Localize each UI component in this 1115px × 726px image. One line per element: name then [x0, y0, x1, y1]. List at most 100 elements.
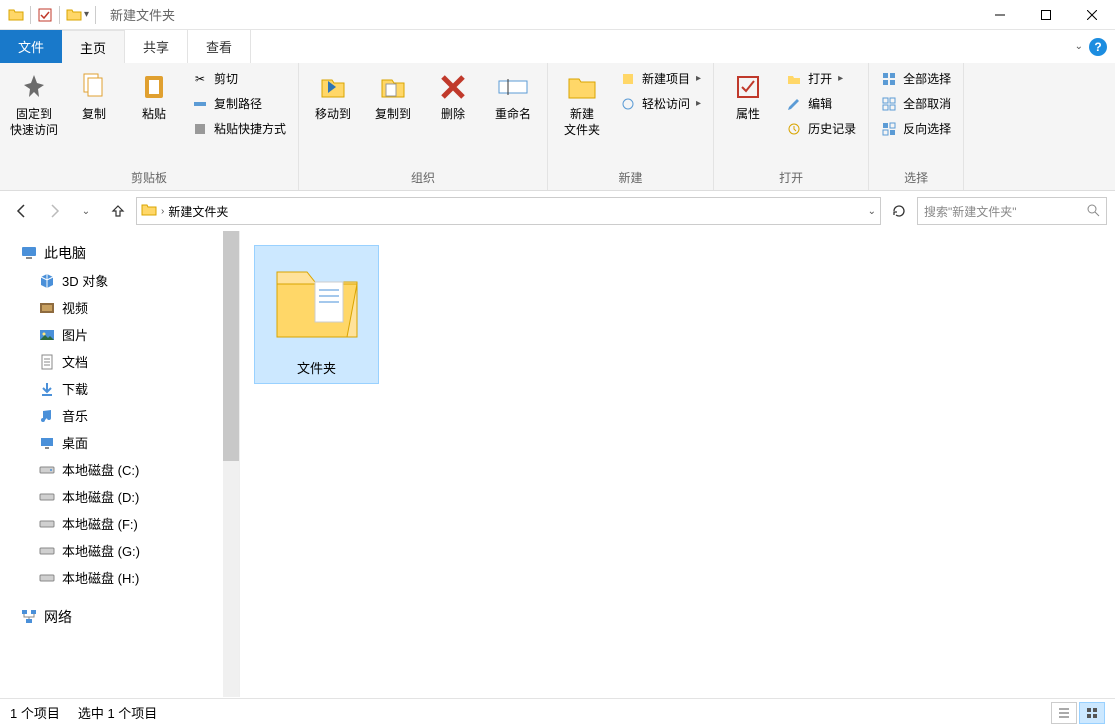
view-icons-button[interactable]: [1079, 702, 1105, 724]
music-icon: [38, 407, 56, 425]
copy-to-button[interactable]: 复制到: [365, 67, 421, 127]
address-row: ⌄ › 新建文件夹 ⌄ 搜索"新建文件夹": [0, 191, 1115, 231]
nav-music[interactable]: 音乐: [0, 402, 239, 429]
scissors-icon: ✂: [192, 71, 208, 87]
edit-icon: [786, 96, 802, 112]
nav-videos[interactable]: 视频: [0, 294, 239, 321]
desktop-icon: [38, 434, 56, 452]
search-box[interactable]: 搜索"新建文件夹": [917, 197, 1107, 225]
rename-icon: [497, 71, 529, 103]
nav-up-button[interactable]: [104, 197, 132, 225]
folder-item[interactable]: 文件夹: [254, 245, 379, 384]
nav-this-pc[interactable]: 此电脑: [0, 239, 239, 267]
copy-button[interactable]: 复制: [66, 67, 122, 127]
select-all-button[interactable]: 全部选择: [875, 67, 957, 90]
nav-network[interactable]: 网络: [0, 603, 239, 631]
select-all-icon: [881, 71, 897, 87]
nav-desktop[interactable]: 桌面: [0, 429, 239, 456]
close-button[interactable]: [1069, 0, 1115, 30]
folder-label: 文件夹: [297, 358, 336, 377]
view-details-button[interactable]: [1051, 702, 1077, 724]
qat-properties-icon[interactable]: [37, 7, 53, 23]
chevron-right-icon[interactable]: ›: [161, 206, 164, 217]
ribbon-group-open: 属性 打开▸ 编辑 历史记录 打开: [714, 63, 869, 190]
breadcrumb-segment[interactable]: 新建文件夹: [168, 203, 228, 220]
nav-drive-d[interactable]: 本地磁盘 (D:): [0, 483, 239, 510]
invert-selection-button[interactable]: 反向选择: [875, 117, 957, 140]
properties-button[interactable]: 属性: [720, 67, 776, 127]
tab-share[interactable]: 共享: [125, 30, 188, 63]
addr-dropdown-icon[interactable]: ⌄: [868, 206, 876, 217]
maximize-button[interactable]: [1023, 0, 1069, 30]
content-pane[interactable]: 文件夹: [240, 231, 1115, 697]
rename-button[interactable]: 重命名: [485, 67, 541, 127]
documents-icon: [38, 353, 56, 371]
qat-dropdown-icon[interactable]: ▾: [84, 9, 89, 20]
separator: [30, 6, 31, 24]
copy-path-button[interactable]: 复制路径: [186, 92, 292, 115]
ribbon-group-organize: 移动到 复制到 删除 重命名 组织: [299, 63, 548, 190]
nav-drive-h[interactable]: 本地磁盘 (H:): [0, 564, 239, 591]
separator: [59, 6, 60, 24]
nav-drive-c[interactable]: 本地磁盘 (C:): [0, 456, 239, 483]
paste-shortcut-button[interactable]: 粘贴快捷方式: [186, 117, 292, 140]
delete-icon: [437, 71, 469, 103]
pin-quick-access-button[interactable]: 固定到 快速访问: [6, 67, 62, 142]
ribbon-tabs: 文件 主页 共享 查看 ⌄ ?: [0, 30, 1115, 63]
cut-button[interactable]: ✂剪切: [186, 67, 292, 90]
new-folder-button[interactable]: 新建 文件夹: [554, 67, 610, 142]
ribbon-collapse-icon[interactable]: ⌄: [1075, 41, 1083, 52]
ribbon-group-new: 新建 文件夹 新建项目▸ 轻松访问▸ 新建: [548, 63, 714, 190]
network-icon: [20, 608, 38, 626]
nav-drive-g[interactable]: 本地磁盘 (G:): [0, 537, 239, 564]
edit-button[interactable]: 编辑: [780, 92, 862, 115]
delete-button[interactable]: 删除: [425, 67, 481, 127]
help-icon[interactable]: ?: [1089, 38, 1107, 56]
nav-3d-objects[interactable]: 3D 对象: [0, 267, 239, 294]
tab-home[interactable]: 主页: [62, 30, 125, 63]
history-button[interactable]: 历史记录: [780, 117, 862, 140]
window-title: 新建文件夹: [110, 5, 175, 24]
ribbon-group-select: 全部选择 全部取消 反向选择 选择: [869, 63, 964, 190]
move-to-button[interactable]: 移动到: [305, 67, 361, 127]
search-placeholder: 搜索"新建文件夹": [924, 203, 1017, 220]
select-none-button[interactable]: 全部取消: [875, 92, 957, 115]
new-item-button[interactable]: 新建项目▸: [614, 67, 707, 90]
drive-icon: [38, 515, 56, 533]
tab-view[interactable]: 查看: [188, 30, 251, 63]
refresh-button[interactable]: [885, 197, 913, 225]
nav-back-button[interactable]: [8, 197, 36, 225]
history-icon: [786, 121, 802, 137]
easy-access-button[interactable]: 轻松访问▸: [614, 92, 707, 115]
paste-button[interactable]: 粘贴: [126, 67, 182, 127]
minimize-button[interactable]: [977, 0, 1023, 30]
address-bar[interactable]: › 新建文件夹 ⌄: [136, 197, 881, 225]
copy-icon: [78, 71, 110, 103]
qat-folder-icon[interactable]: [66, 7, 82, 23]
nav-documents[interactable]: 文档: [0, 348, 239, 375]
app-folder-icon: [8, 7, 24, 23]
cube-icon: [38, 272, 56, 290]
nav-recent-dropdown[interactable]: ⌄: [72, 197, 100, 225]
pin-icon: [18, 71, 50, 103]
status-item-count: 1 个项目: [10, 703, 60, 722]
properties-icon: [732, 71, 764, 103]
nav-pictures[interactable]: 图片: [0, 321, 239, 348]
search-icon: [1086, 203, 1100, 220]
nav-forward-button[interactable]: [40, 197, 68, 225]
nav-scrollbar-thumb[interactable]: [223, 231, 239, 461]
open-button[interactable]: 打开▸: [780, 67, 862, 90]
tab-file[interactable]: 文件: [0, 30, 62, 63]
path-icon: [192, 96, 208, 112]
nav-scrollbar[interactable]: [223, 231, 239, 697]
nav-downloads[interactable]: 下载: [0, 375, 239, 402]
drive-icon: [38, 542, 56, 560]
nav-drive-f[interactable]: 本地磁盘 (F:): [0, 510, 239, 537]
open-icon: [786, 71, 802, 87]
paste-icon: [138, 71, 170, 103]
addr-folder-icon: [141, 202, 157, 221]
folder-large-icon: [267, 252, 367, 352]
select-none-icon: [881, 96, 897, 112]
invert-icon: [881, 121, 897, 137]
title-bar: ▾ 新建文件夹: [0, 0, 1115, 30]
